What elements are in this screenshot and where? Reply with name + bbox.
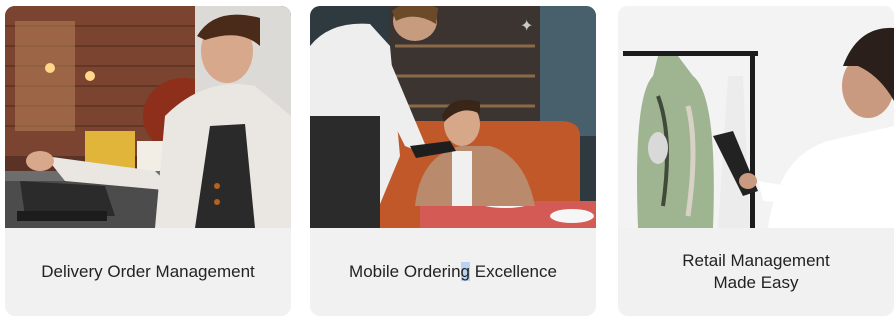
card-title: Delivery Order Management: [5, 228, 291, 316]
retail-scanner-photo: [618, 6, 894, 228]
card-title: Mobile Ordering Excellence: [310, 228, 596, 316]
card-title-text: Delivery Order Management: [41, 262, 255, 281]
card-title-line-1: Retail Management: [682, 251, 830, 270]
card-title-part-1: Mobile Orderin: [349, 262, 461, 281]
card-title: Retail Management Made Easy: [618, 228, 894, 316]
card-title-text: Retail Management Made Easy: [682, 250, 829, 294]
card-title-line-2: Made Easy: [713, 273, 799, 292]
card-mobile-ordering-excellence[interactable]: ✦ ✦: [310, 6, 596, 316]
waiter-handheld-pos-photo: ✦ ✦: [310, 6, 596, 228]
card-title-part-3: Excellence: [470, 262, 557, 281]
card-title-text: Mobile Ordering Excellence: [349, 261, 557, 283]
card-retail-management-made-easy[interactable]: Retail Management Made Easy: [618, 6, 894, 316]
selected-text-highlight: g: [460, 262, 471, 281]
barista-pos-photo: [5, 6, 291, 228]
solutions-card-row: Delivery Order Management ✦ ✦: [0, 0, 894, 320]
card-delivery-order-management[interactable]: Delivery Order Management: [5, 6, 291, 316]
svg-text:✦: ✦: [520, 16, 533, 35]
